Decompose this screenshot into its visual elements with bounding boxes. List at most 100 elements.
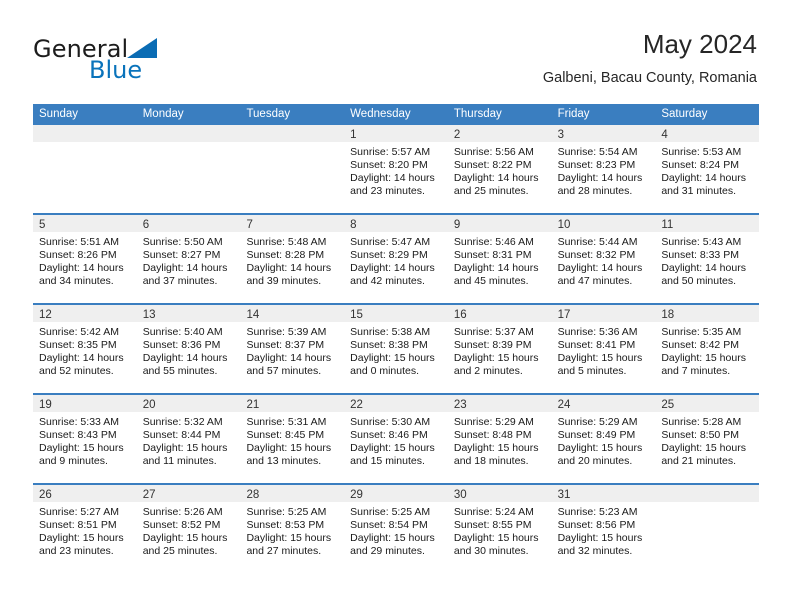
sunrise-text: Sunrise: 5:40 AM <box>142 326 223 338</box>
sunset-text: Sunset: 8:46 PM <box>350 429 428 442</box>
day-number-band: 4 <box>655 125 760 142</box>
day-info: Sunrise: 5:23 AM Sunset: 8:56 PM Daylight:… <box>552 502 656 558</box>
day-number-band: 9 <box>447 215 552 232</box>
daylight-text-line1: Daylight: 15 hours <box>453 442 539 455</box>
sunset-text: Sunset: 8:31 PM <box>453 249 532 262</box>
daylight-text-line1: Daylight: 15 hours <box>557 442 643 455</box>
day-info: Sunrise: 5:54 AM Sunset: 8:23 PM Daylight:… <box>552 142 656 198</box>
day-number-band: 1 <box>344 125 448 142</box>
sunrise-text: Sunrise: 5:54 AM <box>557 146 638 158</box>
sunset-text: Sunset: 8:38 PM <box>350 339 428 352</box>
calendar-day-cell[interactable]: 17 Sunrise: 5:36 AM Sunset: 8:41 PM Dayligh… <box>551 305 656 393</box>
sunset-text: Sunset: 8:35 PM <box>39 339 117 352</box>
daylight-text-line2: and 23 minutes. <box>350 185 425 198</box>
daylight-text-line1: Daylight: 14 hours <box>39 352 124 365</box>
calendar-day-cell[interactable]: 29 Sunrise: 5:25 AM Sunset: 8:54 PM Dayligh… <box>344 485 448 575</box>
sunrise-text: Sunrise: 5:43 AM <box>661 236 742 248</box>
calendar-day-cell-empty <box>136 125 241 213</box>
calendar-day-cell[interactable]: 14 Sunrise: 5:39 AM Sunset: 8:37 PM Dayligh… <box>240 305 345 393</box>
calendar-day-cell[interactable]: 16 Sunrise: 5:37 AM Sunset: 8:39 PM Dayligh… <box>447 305 552 393</box>
calendar-day-cell[interactable]: 23 Sunrise: 5:29 AM Sunset: 8:48 PM Dayligh… <box>447 395 552 483</box>
daylight-text-line1: Daylight: 15 hours <box>453 352 539 365</box>
day-number: 22 <box>350 399 363 411</box>
triangle-flag-icon <box>127 38 157 58</box>
day-info: Sunrise: 5:28 AM Sunset: 8:50 PM Daylight:… <box>655 412 759 468</box>
daylight-text-line1: Daylight: 14 hours <box>453 172 539 185</box>
calendar-day-cell[interactable]: 28 Sunrise: 5:25 AM Sunset: 8:53 PM Dayligh… <box>240 485 345 575</box>
day-info: Sunrise: 5:56 AM Sunset: 8:22 PM Daylight:… <box>448 142 552 198</box>
daylight-text-line1: Daylight: 14 hours <box>350 172 435 185</box>
sunrise-text: Sunrise: 5:48 AM <box>246 236 327 248</box>
day-number-band: 25 <box>655 395 760 412</box>
calendar-day-cell[interactable]: 7 Sunrise: 5:48 AM Sunset: 8:28 PM Daylight… <box>240 215 345 303</box>
sunrise-text: Sunrise: 5:27 AM <box>39 506 119 518</box>
calendar-day-cell[interactable]: 31 Sunrise: 5:23 AM Sunset: 8:56 PM Dayligh… <box>551 485 656 575</box>
sunset-text: Sunset: 8:41 PM <box>557 339 636 352</box>
sunset-text: Sunset: 8:24 PM <box>661 159 739 172</box>
general-blue-logo[interactable]: General Blue <box>33 36 263 88</box>
day-number: 2 <box>453 129 461 141</box>
day-number: 16 <box>453 309 467 321</box>
calendar-day-cell[interactable]: 9 Sunrise: 5:46 AM Sunset: 8:31 PM Daylight… <box>447 215 552 303</box>
sunrise-text: Sunrise: 5:30 AM <box>350 416 431 428</box>
day-number: 17 <box>557 309 571 321</box>
sunrise-text: Sunrise: 5:32 AM <box>142 416 223 428</box>
calendar-day-cell[interactable]: 11 Sunrise: 5:43 AM Sunset: 8:33 PM Dayligh… <box>655 215 760 303</box>
calendar-day-cell[interactable]: 22 Sunrise: 5:30 AM Sunset: 8:46 PM Dayligh… <box>344 395 448 483</box>
sunset-text: Sunset: 8:50 PM <box>661 429 739 442</box>
weekday-header-monday: Monday <box>142 108 184 120</box>
day-number-band: 10 <box>551 215 656 232</box>
day-number: 13 <box>142 309 156 321</box>
calendar-day-cell[interactable]: 10 Sunrise: 5:44 AM Sunset: 8:32 PM Dayligh… <box>551 215 656 303</box>
sunrise-text: Sunrise: 5:36 AM <box>557 326 638 338</box>
sunrise-text: Sunrise: 5:29 AM <box>453 416 534 428</box>
day-info: Sunrise: 5:40 AM Sunset: 8:36 PM Daylight:… <box>137 322 241 378</box>
day-info: Sunrise: 5:29 AM Sunset: 8:49 PM Daylight:… <box>552 412 656 468</box>
calendar-day-cell[interactable]: 13 Sunrise: 5:40 AM Sunset: 8:36 PM Dayligh… <box>136 305 241 393</box>
sunset-text: Sunset: 8:27 PM <box>142 249 221 262</box>
day-number-band: 3 <box>551 125 656 142</box>
day-info: Sunrise: 5:31 AM Sunset: 8:45 PM Daylight:… <box>240 412 344 468</box>
daylight-text-line1: Daylight: 14 hours <box>557 172 643 185</box>
calendar-day-cell[interactable]: 2 Sunrise: 5:56 AM Sunset: 8:22 PM Daylight… <box>447 125 552 213</box>
calendar-day-cell[interactable]: 5 Sunrise: 5:51 AM Sunset: 8:26 PM Daylight… <box>33 215 137 303</box>
calendar-day-cell[interactable]: 18 Sunrise: 5:35 AM Sunset: 8:42 PM Dayligh… <box>655 305 760 393</box>
calendar-day-cell[interactable]: 4 Sunrise: 5:53 AM Sunset: 8:24 PM Daylight… <box>655 125 760 213</box>
day-info: Sunrise: 5:25 AM Sunset: 8:53 PM Daylight:… <box>240 502 344 558</box>
day-number: 3 <box>557 129 564 141</box>
day-number-band: 6 <box>136 215 241 232</box>
calendar-day-cell[interactable]: 27 Sunrise: 5:26 AM Sunset: 8:52 PM Dayligh… <box>136 485 241 575</box>
day-number: 6 <box>142 219 150 231</box>
calendar-day-cell[interactable]: 8 Sunrise: 5:47 AM Sunset: 8:29 PM Daylight… <box>344 215 448 303</box>
daylight-text-line1: Daylight: 15 hours <box>142 532 228 545</box>
day-number: 1 <box>350 129 357 141</box>
day-number: 27 <box>142 489 156 501</box>
calendar-day-cell[interactable]: 25 Sunrise: 5:28 AM Sunset: 8:50 PM Dayligh… <box>655 395 760 483</box>
calendar-day-cell[interactable]: 21 Sunrise: 5:31 AM Sunset: 8:45 PM Dayligh… <box>240 395 345 483</box>
day-number-band: 24 <box>551 395 656 412</box>
sunrise-text: Sunrise: 5:25 AM <box>246 506 327 518</box>
calendar-day-cell[interactable]: 20 Sunrise: 5:32 AM Sunset: 8:44 PM Dayligh… <box>136 395 241 483</box>
calendar-day-cell[interactable]: 26 Sunrise: 5:27 AM Sunset: 8:51 PM Dayligh… <box>33 485 137 575</box>
calendar-week-row: 12 Sunrise: 5:42 AM Sunset: 8:35 PM Dayligh… <box>33 305 760 395</box>
sunset-text: Sunset: 8:55 PM <box>453 519 532 532</box>
daylight-text-line2: and 55 minutes. <box>142 365 218 378</box>
calendar-day-cell[interactable]: 12 Sunrise: 5:42 AM Sunset: 8:35 PM Dayligh… <box>33 305 137 393</box>
calendar-day-cell[interactable]: 6 Sunrise: 5:50 AM Sunset: 8:27 PM Daylight… <box>136 215 241 303</box>
calendar-day-cell[interactable]: 3 Sunrise: 5:54 AM Sunset: 8:23 PM Daylight… <box>551 125 656 213</box>
sunset-text: Sunset: 8:37 PM <box>246 339 325 352</box>
day-number: 15 <box>350 309 363 321</box>
calendar-day-cell[interactable]: 19 Sunrise: 5:33 AM Sunset: 8:43 PM Dayligh… <box>33 395 137 483</box>
daylight-text-line1: Daylight: 14 hours <box>246 352 332 365</box>
calendar-day-cell[interactable]: 1 Sunrise: 5:57 AM Sunset: 8:20 PM Daylight… <box>344 125 448 213</box>
day-number-band: 23 <box>447 395 552 412</box>
calendar-day-cell[interactable]: 15 Sunrise: 5:38 AM Sunset: 8:38 PM Dayligh… <box>344 305 448 393</box>
day-number-band: 20 <box>136 395 241 412</box>
calendar-day-cell[interactable]: 30 Sunrise: 5:24 AM Sunset: 8:55 PM Dayligh… <box>447 485 552 575</box>
sunset-text: Sunset: 8:33 PM <box>661 249 739 262</box>
sunrise-text: Sunrise: 5:37 AM <box>453 326 534 338</box>
day-number: 11 <box>661 219 674 231</box>
day-number-band: 7 <box>240 215 345 232</box>
calendar-day-cell[interactable]: 24 Sunrise: 5:29 AM Sunset: 8:49 PM Dayligh… <box>551 395 656 483</box>
sunset-text: Sunset: 8:32 PM <box>557 249 636 262</box>
